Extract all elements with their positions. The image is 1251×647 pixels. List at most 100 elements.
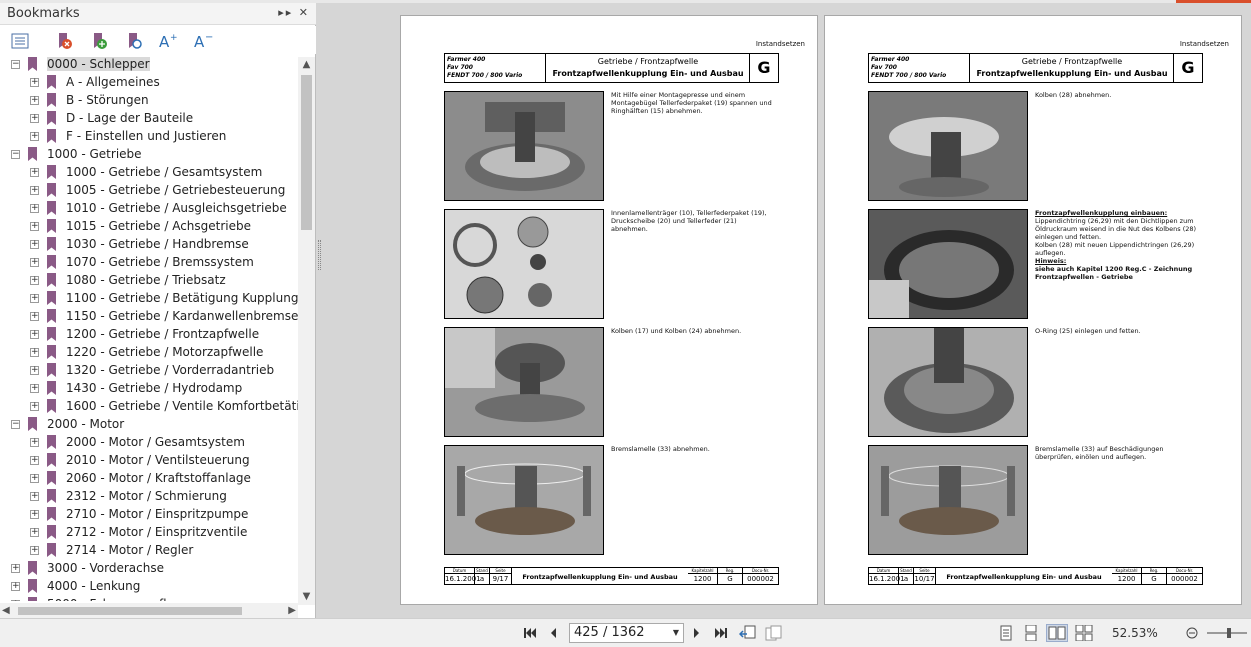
expand-icon[interactable]: + [30, 132, 39, 141]
collapse-icon[interactable]: − [11, 60, 20, 69]
zoom-slider[interactable] [1205, 624, 1249, 642]
chevron-down-icon[interactable]: ▼ [673, 624, 679, 642]
expand-icon[interactable]: + [11, 564, 20, 573]
bookmark-item[interactable]: +1005 - Getriebe / Getriebesteuerung [0, 182, 298, 200]
bookmark-item[interactable]: +2010 - Motor / Ventilsteuerung [0, 452, 298, 470]
expand-icon[interactable]: + [30, 96, 39, 105]
continuous-view-icon[interactable] [1022, 624, 1040, 642]
bookmark-icon [47, 399, 56, 413]
decrease-font-icon[interactable]: A − [191, 30, 215, 52]
bookmark-item[interactable]: +1100 - Getriebe / Betätigung Kupplung [0, 290, 298, 308]
model-name: Farmer 400 [447, 56, 486, 63]
panel-controls[interactable]: ▸▸ ✕ [278, 6, 310, 19]
expand-icon[interactable]: + [30, 546, 39, 555]
bookmark-item[interactable]: +2714 - Motor / Regler [0, 542, 298, 560]
tree-vertical-scrollbar[interactable]: ▲ ▼ [298, 57, 315, 605]
bookmark-item[interactable]: +2712 - Motor / Einspritzventile [0, 524, 298, 542]
bookmark-item[interactable]: +1320 - Getriebe / Vorderradantrieb [0, 362, 298, 380]
bookmark-item[interactable]: +1015 - Getriebe / Achsgetriebe [0, 218, 298, 236]
bookmark-item[interactable]: +1010 - Getriebe / Ausgleichsgetriebe [0, 200, 298, 218]
expand-icon[interactable]: + [11, 582, 20, 591]
bookmark-item[interactable]: + D - Lage der Bauteile [0, 110, 298, 128]
find-bookmark-icon[interactable] [122, 30, 146, 52]
collapse-icon[interactable]: − [11, 420, 20, 429]
previous-view-icon[interactable] [738, 624, 758, 642]
expand-icon[interactable]: + [30, 456, 39, 465]
bookmark-item[interactable]: + B - Störungen [0, 92, 298, 110]
bookmark-item[interactable]: +2710 - Motor / Einspritzpumpe [0, 506, 298, 524]
zoom-out-icon[interactable] [1185, 624, 1199, 642]
scroll-up-icon[interactable]: ▲ [298, 57, 315, 73]
expand-icon[interactable]: + [11, 600, 20, 601]
scroll-left-icon[interactable]: ◀ [2, 603, 10, 618]
add-bookmark-icon[interactable] [87, 30, 111, 52]
facing-view-icon[interactable] [1046, 624, 1068, 642]
expand-icon[interactable]: + [30, 168, 39, 177]
step-text: Mit Hilfe einer Montagepresse und einem M… [611, 91, 781, 115]
bookmark-item[interactable]: +1030 - Getriebe / Handbremse [0, 236, 298, 254]
bookmark-item[interactable]: +3000 - Vorderachse [0, 560, 298, 578]
previous-page-icon[interactable] [546, 624, 560, 642]
bookmark-item[interactable]: +2000 - Motor / Gesamtsystem [0, 434, 298, 452]
tree-horizontal-scrollbar[interactable]: ◀ ▶ [0, 603, 298, 618]
expand-icon[interactable]: + [30, 222, 39, 231]
bookmark-item[interactable]: +1070 - Getriebe / Bremssystem [0, 254, 298, 272]
document-area[interactable]: Instandsetzen Farmer 400 Fav 700 FENDT 700 … [321, 3, 1251, 618]
increase-font-icon[interactable]: A + [156, 30, 180, 52]
hscrollbar-thumb[interactable] [18, 607, 242, 615]
bookmark-item[interactable]: − 1000 - Getriebe [0, 146, 298, 164]
bookmark-item[interactable]: +1600 - Getriebe / Ventile Komfortbetäti… [0, 398, 298, 416]
bookmark-item[interactable]: +1200 - Getriebe / Frontzapfwelle [0, 326, 298, 344]
bookmark-label: 2000 - Motor [47, 417, 125, 431]
expand-icon[interactable]: + [30, 312, 39, 321]
title-block: Farmer 400 Fav 700 FENDT 700 / 800 Vario Ge… [444, 53, 779, 83]
panel-collapse-icon[interactable]: ▸▸ [278, 6, 293, 19]
scrollbar-thumb[interactable] [301, 75, 312, 230]
delete-bookmark-icon[interactable] [52, 30, 76, 52]
expand-icon[interactable]: + [30, 114, 39, 123]
expand-icon[interactable]: + [30, 474, 39, 483]
expand-icon[interactable]: + [30, 330, 39, 339]
next-page-icon[interactable] [690, 624, 704, 642]
bookmark-item[interactable]: + F - Einstellen und Justieren [0, 128, 298, 146]
expand-icon[interactable]: + [30, 258, 39, 267]
expand-icon[interactable]: + [30, 186, 39, 195]
collapse-icon[interactable]: − [11, 150, 20, 159]
bookmark-icon [28, 417, 37, 431]
bookmark-options-icon[interactable] [8, 30, 32, 52]
continuous-facing-view-icon[interactable] [1074, 624, 1094, 642]
last-page-icon[interactable] [712, 624, 730, 642]
bookmark-item[interactable]: +1220 - Getriebe / Motorzapfwelle [0, 344, 298, 362]
bookmark-item[interactable]: + A - Allgemeines [0, 74, 298, 92]
expand-icon[interactable]: + [30, 276, 39, 285]
expand-icon[interactable]: + [30, 366, 39, 375]
expand-icon[interactable]: + [30, 510, 39, 519]
page-number-field[interactable]: 425 / 1362 ▼ [569, 623, 684, 643]
bookmark-item[interactable]: +5000 - Fahrzeugaufbau [0, 596, 298, 601]
expand-icon[interactable]: + [30, 294, 39, 303]
bookmark-item[interactable]: − 0000 - Schlepper [0, 56, 298, 74]
first-page-icon[interactable] [521, 624, 539, 642]
expand-icon[interactable]: + [30, 204, 39, 213]
expand-icon[interactable]: + [30, 528, 39, 537]
bookmark-item[interactable]: − 2000 - Motor [0, 416, 298, 434]
expand-icon[interactable]: + [30, 402, 39, 411]
bookmark-item[interactable]: +1080 - Getriebe / Triebsatz [0, 272, 298, 290]
expand-icon[interactable]: + [30, 78, 39, 87]
scroll-down-icon[interactable]: ▼ [298, 589, 315, 605]
bookmark-item[interactable]: +1430 - Getriebe / Hydrodamp [0, 380, 298, 398]
expand-icon[interactable]: + [30, 438, 39, 447]
expand-icon[interactable]: + [30, 492, 39, 501]
bookmark-item[interactable]: +1000 - Getriebe / Gesamtsystem [0, 164, 298, 182]
expand-icon[interactable]: + [30, 348, 39, 357]
single-page-view-icon[interactable] [997, 624, 1015, 642]
bookmark-item[interactable]: +4000 - Lenkung [0, 578, 298, 596]
bookmark-item[interactable]: +1150 - Getriebe / Kardanwellenbremse [0, 308, 298, 326]
expand-icon[interactable]: + [30, 240, 39, 249]
panel-close-icon[interactable]: ✕ [299, 6, 310, 19]
next-view-icon[interactable] [764, 624, 784, 642]
expand-icon[interactable]: + [30, 384, 39, 393]
bookmark-item[interactable]: +2060 - Motor / Kraftstoffanlage [0, 470, 298, 488]
scroll-right-icon[interactable]: ▶ [288, 603, 296, 618]
bookmark-item[interactable]: +2312 - Motor / Schmierung [0, 488, 298, 506]
